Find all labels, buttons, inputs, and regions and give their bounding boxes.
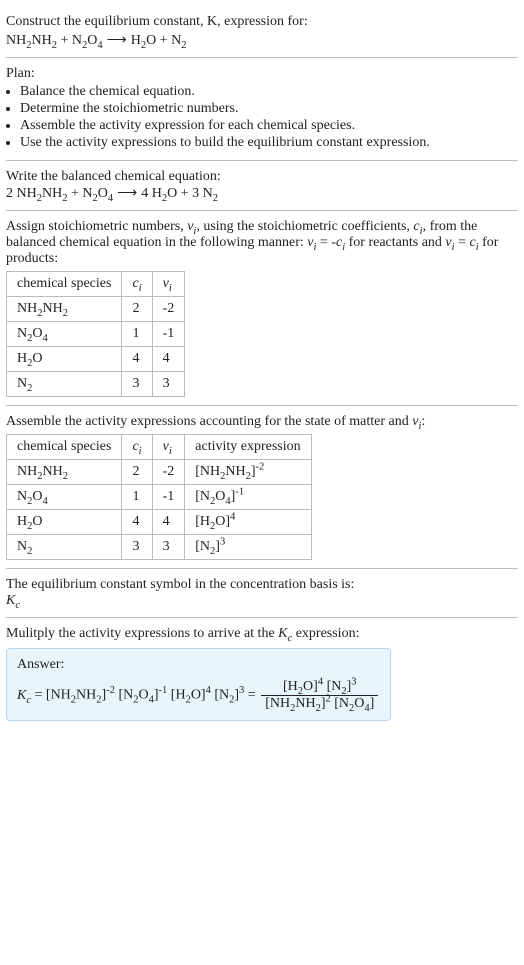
cell-ci: 1 bbox=[122, 485, 152, 510]
cell-vi: 3 bbox=[152, 535, 185, 560]
plan-item: Assemble the activity expression for eac… bbox=[20, 118, 518, 134]
plan-label: Plan: bbox=[6, 66, 518, 82]
answer-label: Answer: bbox=[17, 657, 380, 673]
prompt-label: Construct the equilibrium constant, K, e… bbox=[6, 14, 308, 29]
answer-box: Answer: Kc = [NH2NH2]-2 [N2O4]-1 [H2O]4 … bbox=[6, 648, 391, 721]
cell-species: N2O4 bbox=[7, 485, 122, 510]
cell-ci: 2 bbox=[122, 297, 152, 322]
cell-species: N2O4 bbox=[7, 322, 122, 347]
activity-intro: Assemble the activity expressions accoun… bbox=[6, 414, 518, 430]
table-row: H2O 4 4 [H2O]4 bbox=[7, 510, 312, 535]
cell-species: N2 bbox=[7, 535, 122, 560]
answer-section: Mulitply the activity expressions to arr… bbox=[6, 618, 518, 729]
cell-vi: -1 bbox=[152, 322, 185, 347]
col-species: chemical species bbox=[7, 435, 122, 460]
cell-vi: 3 bbox=[152, 372, 185, 397]
balanced-section: Write the balanced chemical equation: 2 … bbox=[6, 161, 518, 211]
plan-item: Balance the chemical equation. bbox=[20, 84, 518, 100]
text: Mulitply the activity expressions to arr… bbox=[6, 626, 278, 641]
table-row: NH2NH2 2 -2 [NH2NH2]-2 bbox=[7, 460, 312, 485]
cell-vi: 4 bbox=[152, 347, 185, 372]
cell-vi: 4 bbox=[152, 510, 185, 535]
kc-symbol: Kc bbox=[6, 593, 518, 609]
kc-symbol-label: The equilibrium constant symbol in the c… bbox=[6, 577, 518, 593]
cell-expr: [N2]3 bbox=[185, 535, 311, 560]
cell-expr: [N2O4]-1 bbox=[185, 485, 311, 510]
text: expression: bbox=[292, 626, 359, 641]
cell-ci: 1 bbox=[122, 322, 152, 347]
table-row: N2 3 3 [N2]3 bbox=[7, 535, 312, 560]
cell-vi: -2 bbox=[152, 460, 185, 485]
table-header-row: chemical species ci νi bbox=[7, 272, 185, 297]
col-vi: νi bbox=[152, 435, 185, 460]
prompt-text: Construct the equilibrium constant, K, e… bbox=[6, 14, 518, 30]
col-species: chemical species bbox=[7, 272, 122, 297]
table-row: N2O4 1 -1 [N2O4]-1 bbox=[7, 485, 312, 510]
cell-ci: 4 bbox=[122, 347, 152, 372]
col-vi: νi bbox=[152, 272, 185, 297]
prompt-section: Construct the equilibrium constant, K, e… bbox=[6, 6, 518, 58]
cell-expr: [H2O]4 bbox=[185, 510, 311, 535]
cell-species: NH2NH2 bbox=[7, 297, 122, 322]
plan-item: Use the activity expressions to build th… bbox=[20, 135, 518, 151]
multiply-label: Mulitply the activity expressions to arr… bbox=[6, 626, 518, 642]
kc-fraction: [H2O]4 [N2]3 [NH2NH2]2 [N2O4] bbox=[259, 679, 380, 712]
cell-ci: 4 bbox=[122, 510, 152, 535]
cell-vi: -2 bbox=[152, 297, 185, 322]
col-ci: ci bbox=[122, 272, 152, 297]
stoich-table: chemical species ci νi NH2NH2 2 -2 N2O4 … bbox=[6, 271, 185, 397]
text: , using the stoichiometric coefficients, bbox=[196, 219, 413, 234]
activity-section: Assemble the activity expressions accoun… bbox=[6, 406, 518, 569]
cell-species: H2O bbox=[7, 347, 122, 372]
plan-section: Plan: Balance the chemical equation. Det… bbox=[6, 58, 518, 161]
table-header-row: chemical species ci νi activity expressi… bbox=[7, 435, 312, 460]
balanced-equation: 2 NH2NH2 + N2O4⟶4 H2O + 3 N2 bbox=[6, 185, 518, 202]
cell-vi: -1 bbox=[152, 485, 185, 510]
cell-species: H2O bbox=[7, 510, 122, 535]
cell-ci: 3 bbox=[122, 535, 152, 560]
table-row: N2O4 1 -1 bbox=[7, 322, 185, 347]
balanced-label: Write the balanced chemical equation: bbox=[6, 169, 518, 185]
table-row: NH2NH2 2 -2 bbox=[7, 297, 185, 322]
cell-expr: [NH2NH2]-2 bbox=[185, 460, 311, 485]
table-row: H2O 4 4 bbox=[7, 347, 185, 372]
plan-list: Balance the chemical equation. Determine… bbox=[6, 84, 518, 151]
activity-table: chemical species ci νi activity expressi… bbox=[6, 434, 312, 560]
cell-ci: 3 bbox=[122, 372, 152, 397]
stoich-section: Assign stoichiometric numbers, νi , using… bbox=[6, 211, 518, 406]
plan-item: Determine the stoichiometric numbers. bbox=[20, 101, 518, 117]
text: Assemble the activity expressions accoun… bbox=[6, 414, 412, 429]
cell-species: NH2NH2 bbox=[7, 460, 122, 485]
stoich-intro: Assign stoichiometric numbers, νi, using… bbox=[6, 219, 518, 267]
unbalanced-equation: NH2NH2 + N2O4⟶H2O + N2 bbox=[6, 32, 518, 49]
text: Assign stoichiometric numbers, bbox=[6, 219, 187, 234]
cell-species: N2 bbox=[7, 372, 122, 397]
cell-ci: 2 bbox=[122, 460, 152, 485]
col-ci: ci bbox=[122, 435, 152, 460]
text: for reactants and bbox=[345, 235, 445, 250]
table-row: N2 3 3 bbox=[7, 372, 185, 397]
kc-expression: Kc = [NH2NH2]-2 [N2O4]-1 [H2O]4 [N2]3 = … bbox=[17, 679, 380, 712]
col-expr: activity expression bbox=[185, 435, 311, 460]
kc-symbol-section: The equilibrium constant symbol in the c… bbox=[6, 569, 518, 618]
text: : bbox=[421, 414, 425, 429]
